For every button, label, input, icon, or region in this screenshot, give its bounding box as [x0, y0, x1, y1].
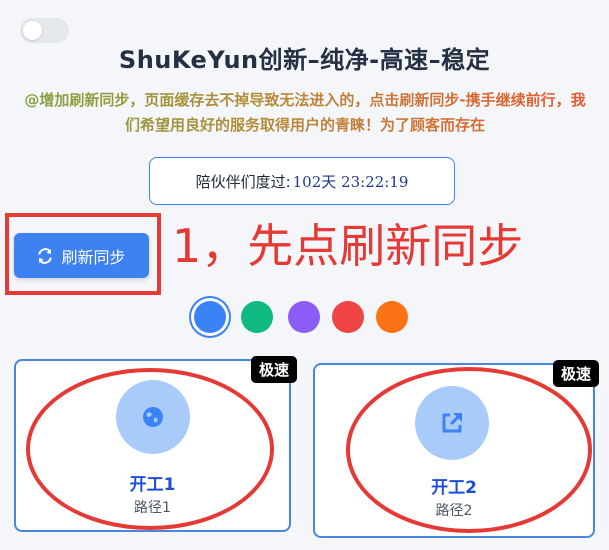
card-badge: 极速 — [552, 360, 599, 387]
annotation-ellipse-2 — [346, 367, 592, 533]
toggle-knob — [23, 21, 42, 40]
color-swatch-purple[interactable] — [288, 301, 320, 333]
annotation-ellipse-1 — [26, 368, 274, 530]
color-swatch-green[interactable] — [241, 301, 273, 333]
color-swatch-blue[interactable] — [194, 301, 226, 333]
refresh-sync-button[interactable]: 刷新同步 — [14, 233, 149, 278]
uptime-box: 陪伙伴们度过: 102天 23:22:19 — [149, 157, 455, 205]
refresh-sync-label: 刷新同步 — [61, 247, 126, 267]
notice-text: @增加刷新同步，页面缓存去不掉导致无法进入的，点击刷新同步-携手继续前行，我们希… — [18, 88, 592, 138]
card-badge: 极速 — [250, 356, 297, 383]
refresh-icon — [38, 247, 53, 264]
uptime-value: 102天 23:22:19 — [292, 172, 409, 191]
color-swatch-orange[interactable] — [376, 301, 408, 333]
annotation-text: 1，先点刷新同步 — [172, 219, 524, 273]
uptime-label: 陪伙伴们度过: — [195, 172, 291, 191]
color-swatch-red[interactable] — [332, 301, 364, 333]
page-title: ShuKeYun创新–纯净-高速–稳定 — [118, 46, 491, 74]
